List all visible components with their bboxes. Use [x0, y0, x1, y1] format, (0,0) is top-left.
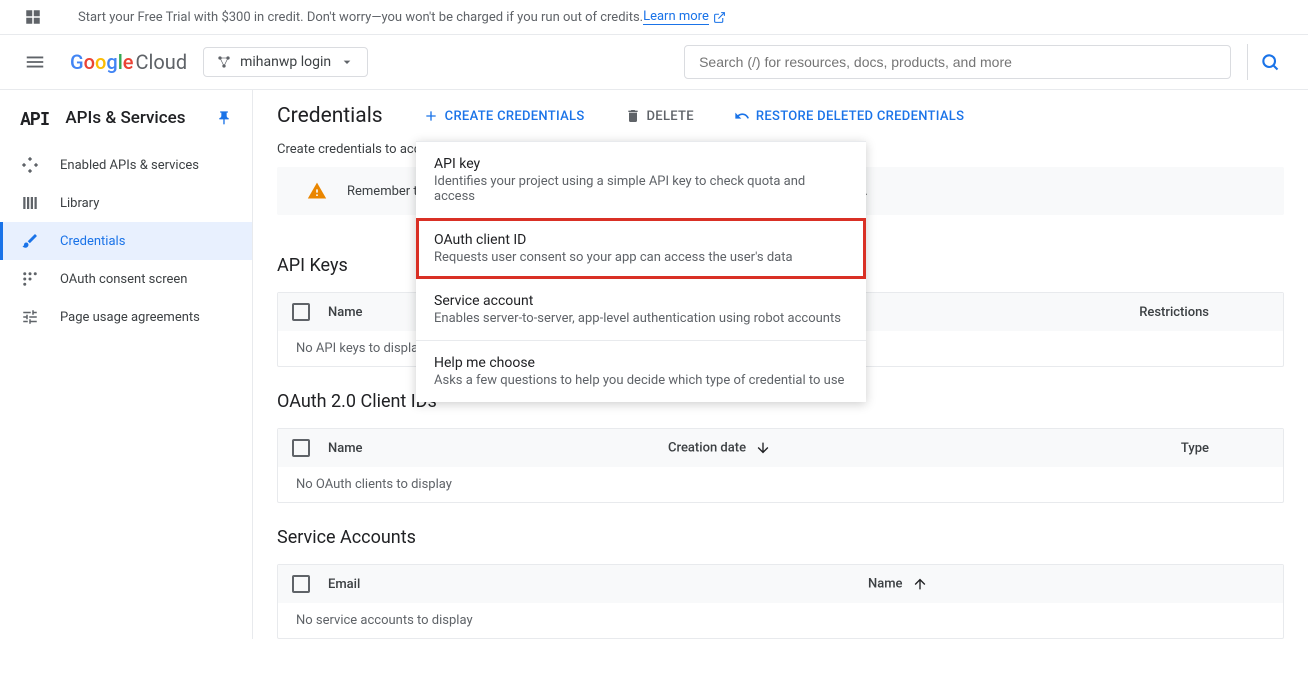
menu-item-title: Help me choose	[434, 355, 848, 371]
create-credentials-button[interactable]: CREATE CREDENTIALS	[423, 108, 585, 124]
menu-item-desc: Requests user consent so your app can ac…	[434, 250, 848, 265]
search-field[interactable]	[699, 54, 1216, 70]
create-credentials-menu: API key Identifies your project using a …	[416, 141, 866, 402]
column-restrictions[interactable]: Restrictions	[1139, 305, 1209, 320]
select-all-checkbox[interactable]	[292, 575, 310, 593]
column-name[interactable]: Name	[868, 576, 928, 592]
promo-link[interactable]: Learn more	[643, 9, 709, 25]
menu-icon[interactable]	[16, 43, 54, 81]
sidebar-item-oauth-consent[interactable]: OAuth consent screen	[0, 260, 252, 298]
promo-text: Start your Free Trial with $300 in credi…	[78, 10, 643, 25]
column-label: Name	[868, 576, 903, 591]
action-label: RESTORE DELETED CREDENTIALS	[756, 109, 964, 124]
promo-banner: Start your Free Trial with $300 in credi…	[0, 0, 1308, 35]
logo[interactable]: Google Cloud	[70, 50, 187, 74]
trash-icon	[625, 108, 641, 124]
restore-icon	[734, 108, 750, 124]
content-header: Credentials CREATE CREDENTIALS DELETE RE…	[253, 90, 1308, 142]
column-name[interactable]: Name	[328, 441, 668, 456]
menu-item-desc: Asks a few questions to help you decide …	[434, 373, 848, 388]
project-icon	[216, 54, 232, 70]
column-creation-date[interactable]: Creation date	[668, 440, 771, 456]
column-type[interactable]: Type	[1181, 441, 1209, 456]
table-header: Name Creation date Type	[278, 429, 1283, 467]
project-name: mihanwp login	[240, 54, 331, 70]
sidebar-item-library[interactable]: Library	[0, 184, 252, 222]
sidebar-item-label: Enabled APIs & services	[60, 158, 199, 173]
action-label: DELETE	[647, 109, 694, 124]
menu-item-desc: Identifies your project using a simple A…	[434, 174, 848, 204]
sidebar-item-credentials[interactable]: Credentials	[0, 222, 252, 260]
empty-state: No service accounts to display	[278, 603, 1283, 638]
library-icon	[20, 194, 40, 212]
empty-state: No OAuth clients to display	[278, 467, 1283, 502]
sidebar-item-label: Credentials	[60, 234, 125, 249]
action-label: CREATE CREDENTIALS	[445, 109, 585, 124]
menu-item-service-account[interactable]: Service account Enables server-to-server…	[416, 279, 866, 340]
column-email[interactable]: Email	[328, 577, 868, 592]
sidebar-title: APIs & Services	[65, 108, 200, 128]
page-title: Credentials	[277, 104, 383, 128]
diamond-icon	[20, 156, 40, 174]
project-selector[interactable]: mihanwp login	[203, 47, 368, 77]
pin-icon[interactable]	[216, 110, 232, 126]
service-accounts-table: Email Name No service accounts to displa…	[277, 564, 1284, 639]
sidebar-item-agreements[interactable]: Page usage agreements	[0, 298, 252, 336]
menu-item-desc: Enables server-to-server, app-level auth…	[434, 311, 848, 326]
restore-button[interactable]: RESTORE DELETED CREDENTIALS	[734, 108, 964, 124]
logo-suffix: Cloud	[136, 50, 188, 74]
sidebar-item-label: Library	[60, 196, 99, 211]
sidebar-item-label: Page usage agreements	[60, 310, 200, 325]
menu-item-api-key[interactable]: API key Identifies your project using a …	[416, 142, 866, 218]
gift-icon	[24, 8, 42, 26]
external-link-icon	[713, 11, 726, 24]
menu-item-title: OAuth client ID	[434, 232, 848, 248]
table-header: Email Name	[278, 565, 1283, 603]
section-title-service-accounts: Service Accounts	[253, 503, 1308, 556]
search-input[interactable]	[684, 45, 1231, 79]
sidebar-item-label: OAuth consent screen	[60, 272, 187, 287]
delete-button[interactable]: DELETE	[625, 108, 694, 124]
plus-icon	[423, 108, 439, 124]
menu-item-help-me-choose[interactable]: Help me choose Asks a few questions to h…	[416, 340, 866, 402]
sidebar-item-enabled-apis[interactable]: Enabled APIs & services	[0, 146, 252, 184]
arrow-down-icon	[755, 440, 771, 456]
sidebar: API APIs & Services Enabled APIs & servi…	[0, 90, 253, 639]
key-icon	[20, 232, 40, 250]
menu-item-oauth-client-id[interactable]: OAuth client ID Requests user consent so…	[416, 218, 866, 279]
header: Google Cloud mihanwp login	[0, 35, 1308, 90]
arrow-up-icon	[912, 576, 928, 592]
chevron-down-icon	[339, 54, 355, 70]
menu-item-title: API key	[434, 156, 848, 172]
menu-item-title: Service account	[434, 293, 848, 309]
api-icon: API	[20, 106, 49, 130]
agreements-icon	[20, 308, 40, 326]
column-label: Creation date	[668, 440, 746, 455]
search-button[interactable]	[1247, 44, 1292, 80]
sidebar-header: API APIs & Services	[0, 90, 252, 146]
select-all-checkbox[interactable]	[292, 439, 310, 457]
consent-icon	[20, 270, 40, 288]
select-all-checkbox[interactable]	[292, 303, 310, 321]
warning-icon	[307, 181, 327, 201]
oauth-clients-table: Name Creation date Type No OAuth clients…	[277, 428, 1284, 503]
logo-google: Google	[70, 50, 134, 74]
